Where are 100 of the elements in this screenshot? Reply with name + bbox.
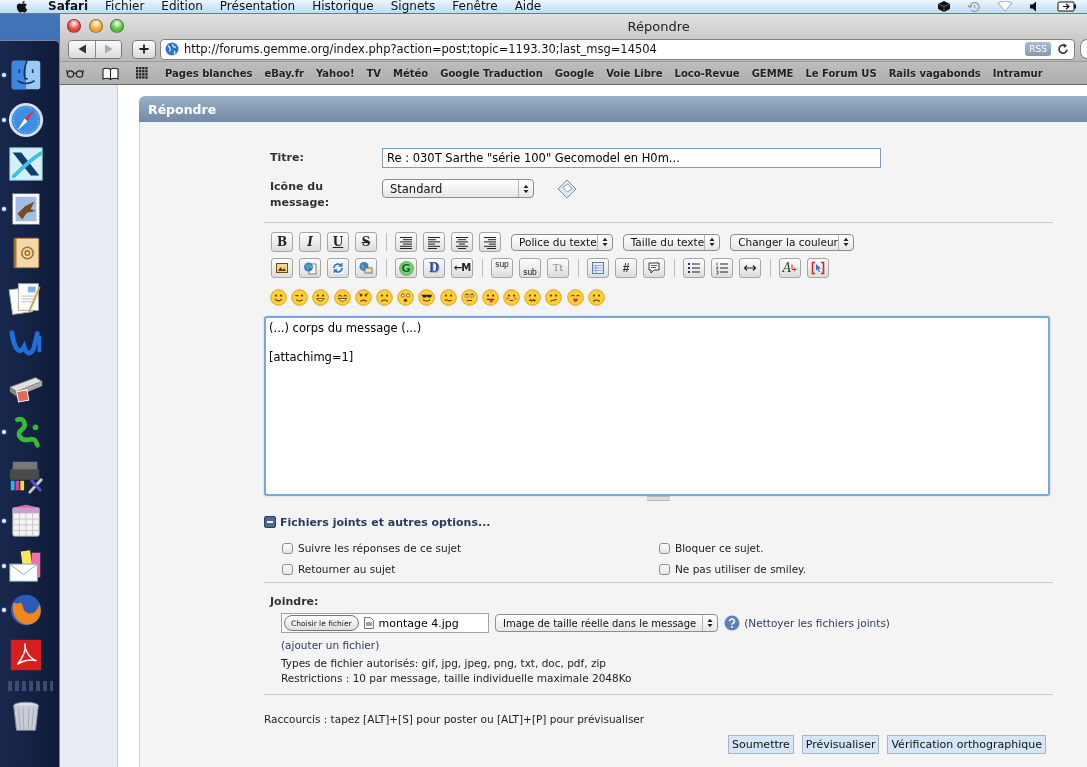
checkbox[interactable] [282,543,293,554]
eye-rolling-face-icon[interactable] [460,288,478,306]
preformatted-button[interactable] [395,232,417,252]
address-field[interactable]: http://forums.gemme.org/index.php?action=post;topic=1193.30;last_msg=14504 RSS [160,38,1075,60]
help-icon[interactable] [724,615,741,631]
smiling-face-icon[interactable] [270,288,287,306]
message-icon-select[interactable]: Standard [382,179,534,198]
puzzled-face-icon[interactable] [439,288,457,306]
sub-button[interactable]: sub [519,258,541,278]
uneasy-face-icon[interactable] [545,288,563,306]
subject-field[interactable]: Re : 030T Sarthe "série 100" Gecomodel en H0m... [382,148,881,168]
globe-page-button[interactable] [299,258,321,278]
form-button[interactable]: Soumettre [727,735,794,754]
glasses-icon[interactable] [66,68,84,78]
checkbox-label: Ne pas utiliser de smiley. [675,562,807,577]
message-field[interactable]: (...) corps du message (...) [attachimg=1] [264,316,1050,496]
menu-item[interactable]: Safari [48,0,89,13]
menu-item[interactable]: Edition [161,0,203,13]
bookmark-link[interactable]: Pages blanches [165,67,253,79]
code-button[interactable]: # [615,258,637,278]
underline-button[interactable]: U [327,232,349,252]
format-select[interactable]: Police du texte [511,233,613,251]
horizontal-rule-button[interactable] [739,258,761,278]
bookmark-link[interactable]: Loco-Revue [674,67,740,79]
bookmark-link[interactable]: Météo [393,67,429,79]
bookmark-link[interactable]: Intramur [992,67,1043,79]
image-size-select[interactable]: Image de taille réelle dans le message [495,614,719,632]
sup-button[interactable]: sup [491,258,513,278]
up-down-arrows-icon [842,237,849,247]
menu-item[interactable]: Présentation [219,0,296,13]
cube-icon[interactable] [938,1,950,12]
compass-icon[interactable] [7,100,45,139]
form-button[interactable]: Prévisualiser [801,735,880,754]
clock-arrow-icon[interactable] [967,0,980,13]
reload-icon[interactable] [1057,43,1069,55]
globe-screen-button[interactable] [355,258,377,278]
menu-item[interactable]: Historique [312,0,374,13]
angry-face-icon[interactable] [354,288,372,306]
format-select[interactable]: Changer la couleur [730,233,854,251]
bookmark-link[interactable]: TV [366,67,381,79]
checkbox[interactable] [659,564,670,575]
form-button[interactable]: Vérification orthographique [887,735,1046,754]
battery-icon[interactable] [1057,1,1077,12]
search-field[interactable] [1080,39,1087,59]
resize-handle[interactable] [647,496,670,501]
align-left-button[interactable] [423,232,445,252]
bookmark-link[interactable]: Google [554,67,595,79]
sealed-lips-face-icon[interactable] [524,288,542,306]
close-button[interactable] [67,19,81,33]
sunglasses-face-icon[interactable] [418,288,436,306]
bookmark-link[interactable]: Google Traduction [440,67,543,79]
menu-item[interactable]: Aide [514,0,542,13]
grid-icon[interactable] [136,67,148,79]
quote-button[interactable] [643,258,665,278]
bookmark-link[interactable]: eBay.fr [264,67,304,79]
italic-button[interactable]: I [299,232,321,252]
format-select[interactable]: Taille du texte [622,233,721,251]
clean-attachments-link[interactable]: (Nettoyer les fichiers joints) [744,615,890,631]
laughing-face-icon[interactable] [333,288,351,306]
numbered-list-button[interactable] [711,258,733,278]
blushing-face-icon[interactable] [503,288,521,306]
add-file-link[interactable]: (ajouter un fichier) [264,638,380,653]
add-bookmark-button[interactable] [132,39,156,59]
crying-face-icon[interactable] [587,288,605,306]
bookmark-link[interactable]: Le Forum US [805,67,877,79]
kissing-face-icon[interactable] [566,288,584,306]
checkbox[interactable] [282,564,293,575]
checkbox[interactable] [659,543,670,554]
options-toggle[interactable]: Fichiers joints et autres options... [264,515,491,529]
back-button[interactable] [69,40,95,58]
move-button[interactable]: ←M [451,258,473,278]
zoom-button[interactable] [110,19,124,33]
forward-button[interactable] [95,40,121,58]
bullet-list-button[interactable] [683,258,705,278]
shadow-button[interactable]: D [423,258,445,278]
strike-button[interactable]: S [355,232,377,252]
shocked-face-icon[interactable] [397,288,415,306]
minimize-button[interactable] [88,19,103,33]
tongue-face-icon[interactable] [481,288,499,306]
bookmark-link[interactable]: Rails vagabonds [888,67,981,79]
open-book-icon[interactable] [102,66,119,80]
menu-item[interactable]: Fichier [105,0,145,13]
sad-face-icon[interactable] [375,288,393,306]
face-button[interactable]: A [779,258,801,278]
align-right-button[interactable] [479,232,501,252]
grinning-face-icon[interactable] [312,288,330,306]
arrows-button[interactable] [327,258,349,278]
image-button[interactable] [271,258,293,278]
menu-item[interactable]: Fenêtre [452,0,498,13]
bookmark-link[interactable]: GEMME [751,67,794,79]
align-center-button[interactable] [451,232,473,252]
bookmark-link[interactable]: Voie Libre [606,67,663,79]
table-button[interactable] [587,258,609,278]
bookmark-link[interactable]: Yahoo! [315,67,355,79]
glow-button[interactable]: G [395,258,417,278]
select-bracket-button[interactable] [807,258,829,278]
winking-face-icon[interactable] [291,288,309,306]
bold-button[interactable]: B [271,232,293,252]
menu-item[interactable]: Signets [390,0,436,13]
diagonal-tile-icon[interactable] [7,145,45,184]
